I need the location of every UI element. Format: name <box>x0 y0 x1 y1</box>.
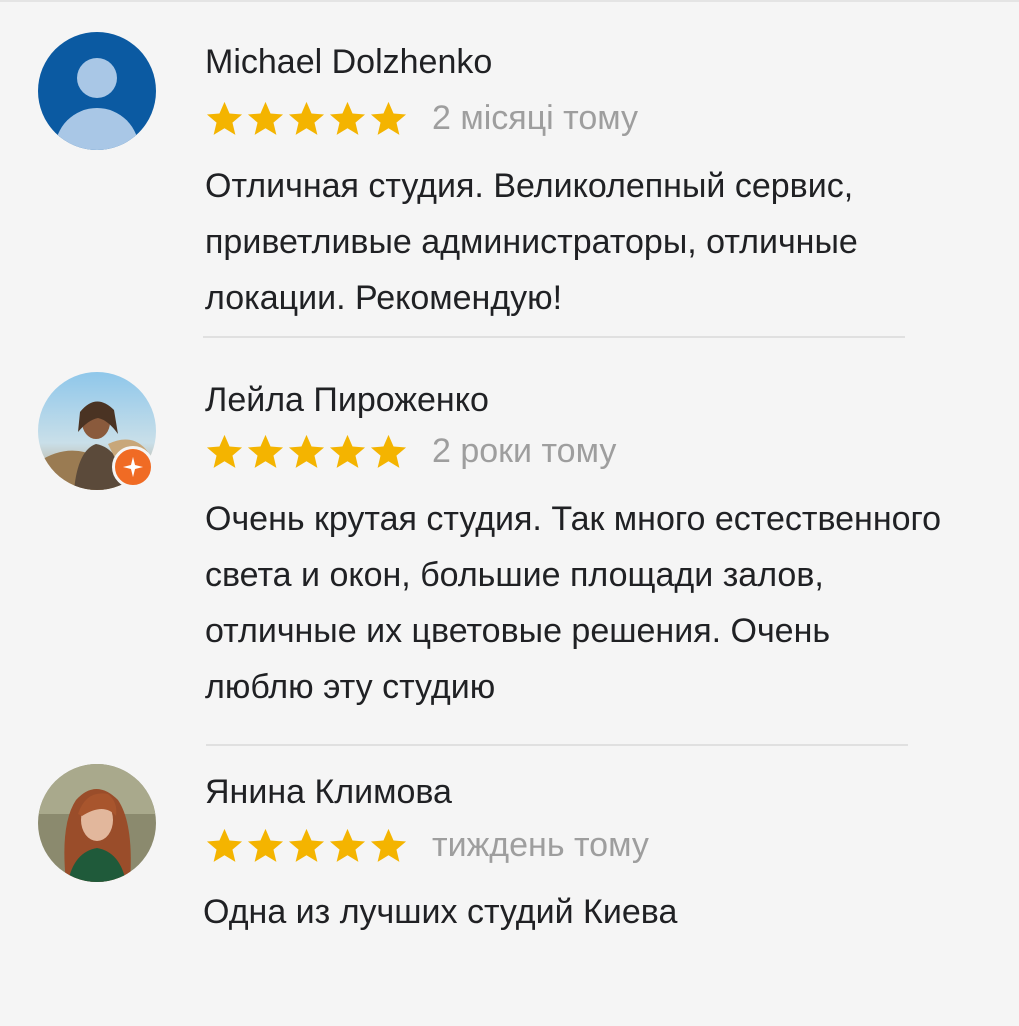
star-icon <box>206 434 243 468</box>
star-rating <box>205 99 408 138</box>
star-rating <box>205 826 408 865</box>
star-icon <box>247 101 284 135</box>
avatar[interactable] <box>38 32 156 150</box>
star-icon <box>247 828 284 862</box>
reviewer-name[interactable]: Янина Климова <box>205 773 452 812</box>
review-date: 2 роки тому <box>432 432 617 470</box>
sparkle-icon <box>122 456 144 478</box>
star-icon <box>288 828 325 862</box>
star-icon <box>370 828 407 862</box>
review-divider <box>206 744 908 746</box>
top-divider <box>0 0 1019 2</box>
rating-row: тиждень тому <box>205 826 649 865</box>
user-photo-icon <box>38 764 156 882</box>
review-divider <box>203 336 905 338</box>
review-date: тиждень тому <box>432 826 649 864</box>
star-icon <box>288 434 325 468</box>
reviewer-name[interactable]: Лейла Пироженко <box>205 381 489 420</box>
star-rating <box>205 432 408 471</box>
reviewer-name[interactable]: Michael Dolzhenko <box>205 43 492 82</box>
review-text: Очень крутая студия. Так много естествен… <box>205 500 942 706</box>
local-guide-badge <box>112 446 154 488</box>
avatar[interactable] <box>38 764 156 882</box>
star-icon <box>247 434 284 468</box>
review-text: Отличная студия. Великолепный сервис, пр… <box>205 167 858 317</box>
rating-row: 2 роки тому <box>205 432 616 471</box>
star-icon <box>329 101 366 135</box>
star-icon <box>329 434 366 468</box>
review-text: Одна из лучших студий Киева <box>203 893 678 931</box>
star-icon <box>206 101 243 135</box>
review-date: 2 місяці тому <box>432 99 639 137</box>
star-icon <box>288 101 325 135</box>
star-icon <box>329 828 366 862</box>
star-icon <box>370 101 407 135</box>
star-icon <box>370 434 407 468</box>
default-user-avatar-icon <box>38 32 156 150</box>
rating-row: 2 місяці тому <box>205 99 638 138</box>
star-icon <box>206 828 243 862</box>
